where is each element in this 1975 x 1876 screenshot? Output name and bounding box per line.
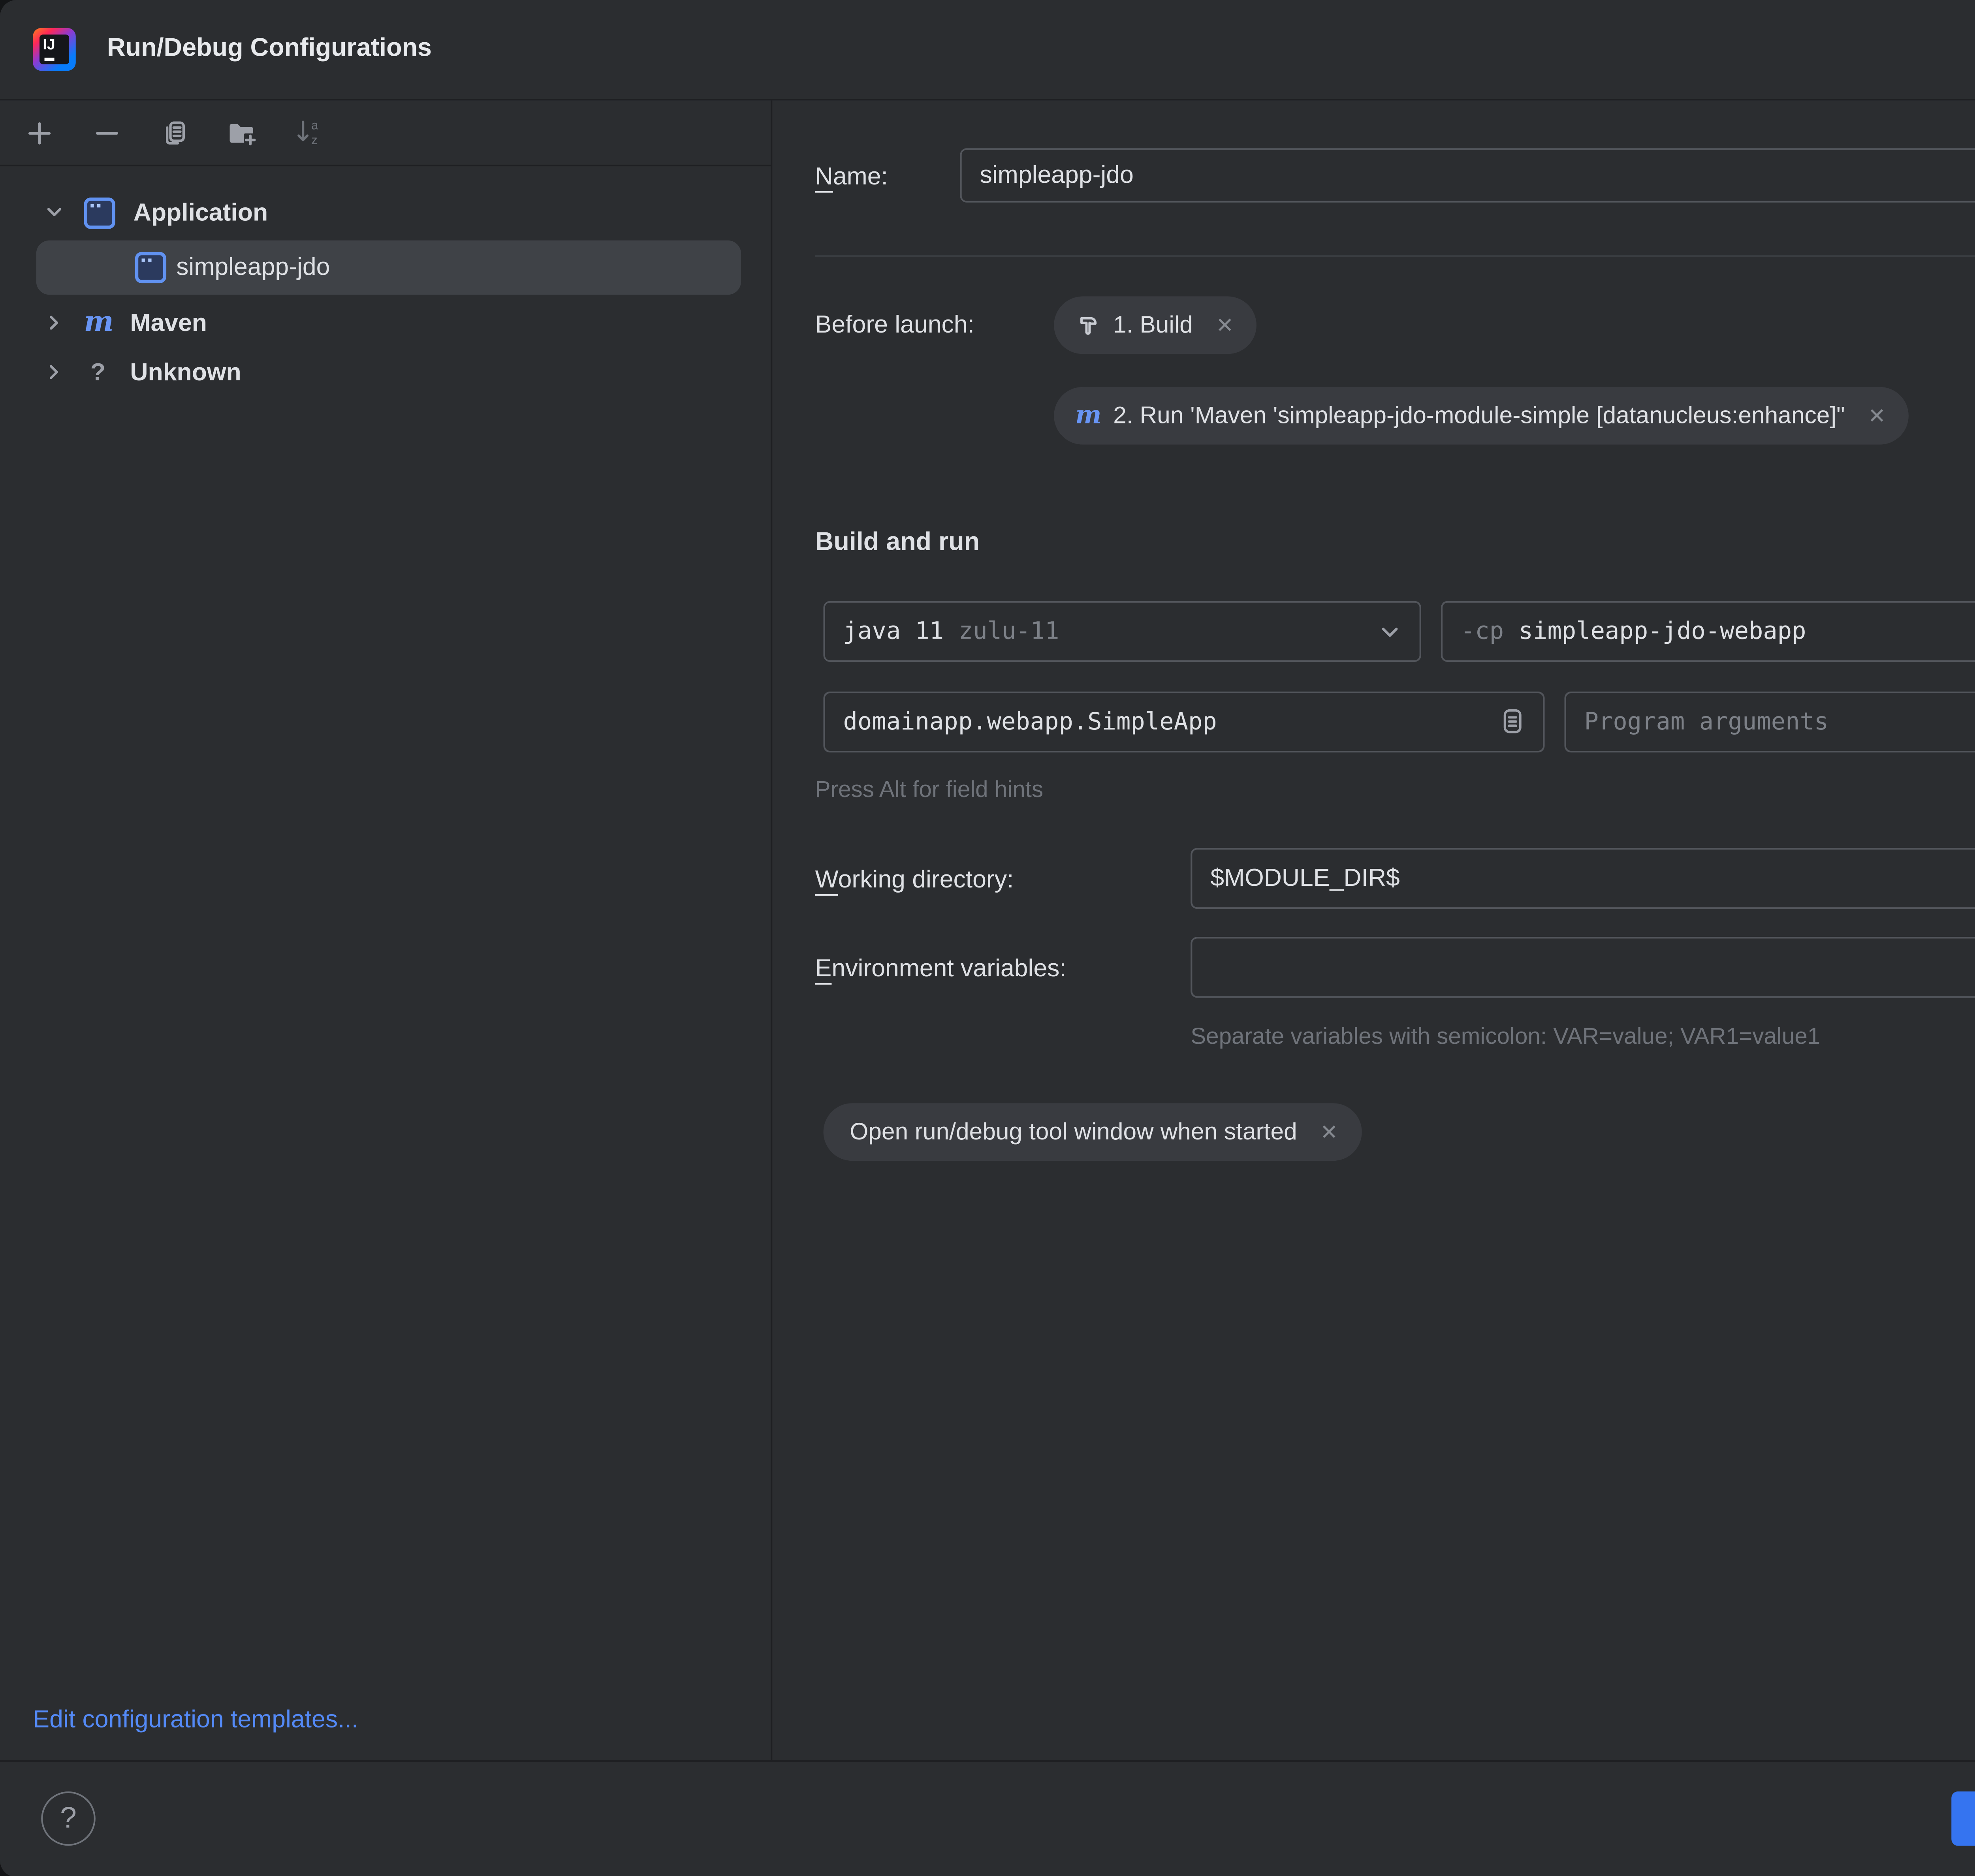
run-debug-configurations-dialog: IJ Run/Debug Configurations ✕ [0, 0, 1975, 1876]
program-arguments-field[interactable]: Program arguments [1564, 691, 1975, 753]
dialog-footer: ? OK Cancel Apply [0, 1760, 1975, 1876]
maven-icon: m [1075, 400, 1102, 430]
minus-icon [96, 131, 118, 134]
help-button[interactable]: ? [41, 1791, 96, 1846]
new-folder-icon [229, 123, 257, 146]
name-section-divider [815, 255, 1975, 257]
dialog-window: IJ Run/Debug Configurations ✕ [0, 0, 1975, 1876]
unknown-type-icon: ? [90, 358, 106, 386]
sort-az-icon: a z [297, 118, 318, 147]
environment-variables-label: Environment variables: [815, 955, 1066, 983]
chevron-down-icon [1382, 627, 1398, 636]
tree-item-application[interactable]: Application [0, 188, 771, 237]
remove-option-icon[interactable]: ✕ [1320, 1119, 1338, 1145]
dialog-title: Run/Debug Configurations [107, 34, 432, 63]
chevron-right-icon[interactable] [43, 313, 66, 333]
chevron-down-icon[interactable] [43, 203, 66, 222]
configurations-tree: Application simpleapp-jdo m Maven ? Unkn… [0, 166, 771, 397]
copy-icon [166, 120, 185, 144]
jre-dropdown[interactable]: java 11 zulu-11 [823, 601, 1421, 662]
sort-alphabetically-button[interactable]: a z [295, 118, 324, 147]
expand-list-icon [1503, 709, 1522, 733]
ok-button[interactable]: OK [1951, 1791, 1975, 1846]
new-folder-button[interactable] [227, 118, 257, 147]
main-class-field[interactable]: domainapp.webapp.SimpleApp [823, 691, 1545, 753]
configurations-sidebar: a z Application simpleapp-jdo m Maven ? … [0, 100, 773, 1760]
copy-configuration-button[interactable] [160, 118, 189, 147]
add-configuration-button[interactable] [25, 118, 55, 147]
build-and-run-heading: Build and run [815, 528, 980, 557]
hammer-icon [1080, 317, 1097, 335]
name-label: Name: [815, 163, 888, 191]
before-launch-task-maven[interactable]: m 2. Run 'Maven 'simpleapp-jdo-module-si… [1054, 387, 1909, 445]
name-input[interactable] [980, 150, 1975, 201]
program-arguments-placeholder: Program arguments [1584, 709, 1829, 735]
svg-text:a: a [311, 118, 318, 132]
classpath-module-dropdown[interactable]: -cp simpleapp-jdo-webapp [1441, 601, 1975, 662]
application-icon [135, 252, 167, 284]
open-tool-window-tag[interactable]: Open run/debug tool window when started … [823, 1103, 1361, 1161]
press-alt-hint: Press Alt for field hints [815, 775, 1044, 802]
application-icon [84, 197, 115, 228]
remove-task-icon[interactable]: ✕ [1216, 312, 1234, 338]
name-field[interactable] [960, 148, 1975, 203]
working-directory-field[interactable]: $MODULE_DIR$ [1191, 848, 1975, 909]
environment-variables-field[interactable] [1191, 937, 1975, 998]
sidebar-toolbar: a z [0, 100, 771, 167]
remove-configuration-button[interactable] [92, 118, 122, 147]
tree-item-unknown[interactable]: ? Unknown [0, 348, 771, 397]
svg-text:z: z [311, 133, 318, 147]
tree-item-simpleapp-jdo-selected[interactable]: simpleapp-jdo [36, 240, 741, 295]
intellij-logo-icon: IJ [33, 28, 76, 71]
maven-icon: m [84, 305, 114, 338]
chevron-right-icon[interactable] [43, 362, 66, 382]
before-launch-label: Before launch: [815, 311, 974, 339]
jre-vendor-hint: zulu-11 [958, 618, 1059, 645]
tree-item-maven[interactable]: m Maven [0, 298, 771, 348]
plus-icon [28, 121, 51, 144]
working-directory-label: Working directory: [815, 866, 1014, 894]
title-bar: IJ Run/Debug Configurations ✕ [0, 0, 1975, 101]
remove-task-icon[interactable]: ✕ [1868, 402, 1886, 429]
environment-variables-hint: Separate variables with semicolon: VAR=v… [1191, 1022, 1821, 1049]
before-launch-task-build[interactable]: 1. Build ✕ [1054, 296, 1257, 354]
cp-flag: -cp [1460, 618, 1504, 645]
edit-configuration-templates-link[interactable]: Edit configuration templates... [33, 1706, 358, 1734]
help-icon: ? [60, 1801, 77, 1835]
configuration-form: Name: Store as project file [772, 100, 1975, 1760]
